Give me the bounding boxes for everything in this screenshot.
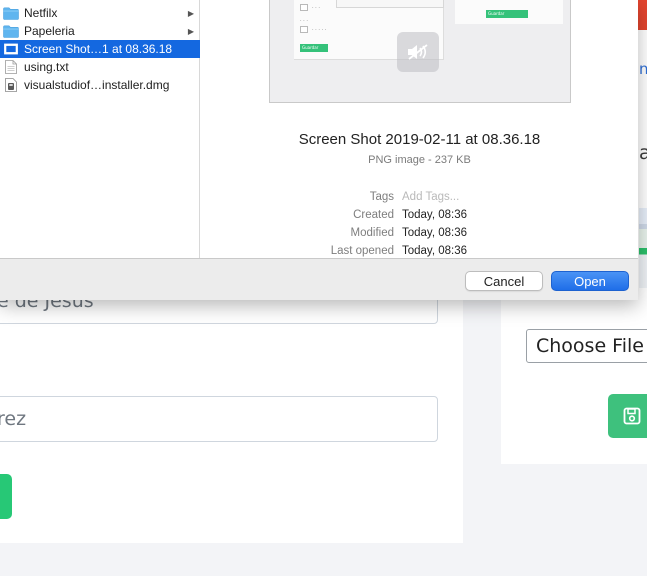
folder-icon bbox=[3, 24, 19, 38]
thumbnail-green-button: Guardar bbox=[486, 10, 528, 18]
disk-image-icon bbox=[3, 78, 19, 92]
file-browser-column[interactable]: Netfilx ▶ Papeleria ▶ Screen Shot…1 at 08.36… bbox=[0, 0, 200, 258]
dialog-footer: Cancel Open bbox=[0, 258, 638, 300]
metadata-row: Modified Today, 08:36 bbox=[201, 227, 638, 243]
muted-speaker-icon bbox=[397, 32, 439, 72]
metadata-key: Last opened bbox=[330, 245, 394, 257]
preview-file-name: Screen Shot 2019-02-11 at 08.36.18 bbox=[298, 131, 541, 148]
metadata-key: Tags bbox=[369, 191, 394, 203]
metadata-key: Created bbox=[353, 209, 394, 221]
chevron-right-icon: ▶ bbox=[187, 8, 195, 18]
thumbnail-text: · · · bbox=[300, 18, 308, 24]
text-file-icon bbox=[3, 60, 19, 74]
choose-file-button[interactable]: Choose File bbox=[526, 329, 647, 363]
thumbnail-topbar bbox=[336, 0, 444, 8]
metadata-row: Tags Add Tags... bbox=[201, 191, 638, 207]
metadata-value: Today, 08:36 bbox=[402, 227, 468, 239]
cancel-button[interactable]: Cancel bbox=[465, 271, 543, 291]
surname-input[interactable]: rez bbox=[0, 396, 438, 442]
thumbnail-checkbox bbox=[300, 4, 308, 11]
metadata-value: Today, 08:36 bbox=[402, 209, 468, 221]
thumbnail-text: · · · bbox=[312, 5, 320, 11]
thumbnail-checkbox bbox=[300, 26, 308, 33]
file-name-label: Papeleria bbox=[24, 24, 75, 38]
open-file-dialog: Netfilx ▶ Papeleria ▶ Screen Shot…1 at 08.36… bbox=[0, 0, 638, 300]
file-list-item[interactable]: visualstudiof…installer.dmg bbox=[0, 76, 200, 94]
red-accent-strip bbox=[638, 0, 647, 30]
metadata-key: Modified bbox=[350, 227, 394, 239]
partial-heading-text: a bbox=[639, 142, 647, 164]
file-name-label: visualstudiof…installer.dmg bbox=[24, 78, 170, 92]
file-list-item[interactable]: Screen Shot…1 at 08.36.18 bbox=[0, 40, 200, 58]
metadata-value: Today, 08:36 bbox=[402, 245, 468, 257]
thumbnail-side-panel: Guardar bbox=[455, 0, 563, 24]
metadata-row: Created Today, 08:36 bbox=[201, 209, 638, 225]
floppy-disk-icon bbox=[623, 407, 641, 425]
partial-link-text[interactable]: n bbox=[639, 60, 647, 78]
file-name-label: using.txt bbox=[24, 60, 69, 74]
image-file-icon bbox=[3, 42, 19, 56]
partial-thumbnail bbox=[639, 208, 647, 288]
thumbnail-green-button: Guardar bbox=[300, 44, 328, 52]
save-button[interactable] bbox=[608, 394, 647, 438]
submit-button[interactable] bbox=[0, 474, 12, 519]
file-list-item[interactable]: Papeleria ▶ bbox=[0, 22, 200, 40]
preview-file-kind: PNG image - 237 KB bbox=[368, 154, 471, 166]
file-list-item[interactable]: Netfilx ▶ bbox=[0, 4, 200, 22]
folder-icon bbox=[3, 6, 19, 20]
file-name-label: Netfilx bbox=[24, 6, 58, 20]
file-name-label: Screen Shot…1 at 08.36.18 bbox=[24, 42, 173, 56]
preview-thumbnail: · · · · · · · · · · · Guardar Guardar bbox=[269, 0, 571, 103]
chevron-right-icon: ▶ bbox=[187, 26, 195, 36]
file-list-item[interactable]: using.txt bbox=[0, 58, 200, 76]
preview-pane: · · · · · · · · · · · Guardar Guardar Sc… bbox=[201, 0, 638, 258]
thumbnail-text: · · · · · bbox=[312, 27, 327, 33]
tags-field[interactable]: Add Tags... bbox=[402, 191, 459, 203]
open-button[interactable]: Open bbox=[551, 271, 629, 291]
